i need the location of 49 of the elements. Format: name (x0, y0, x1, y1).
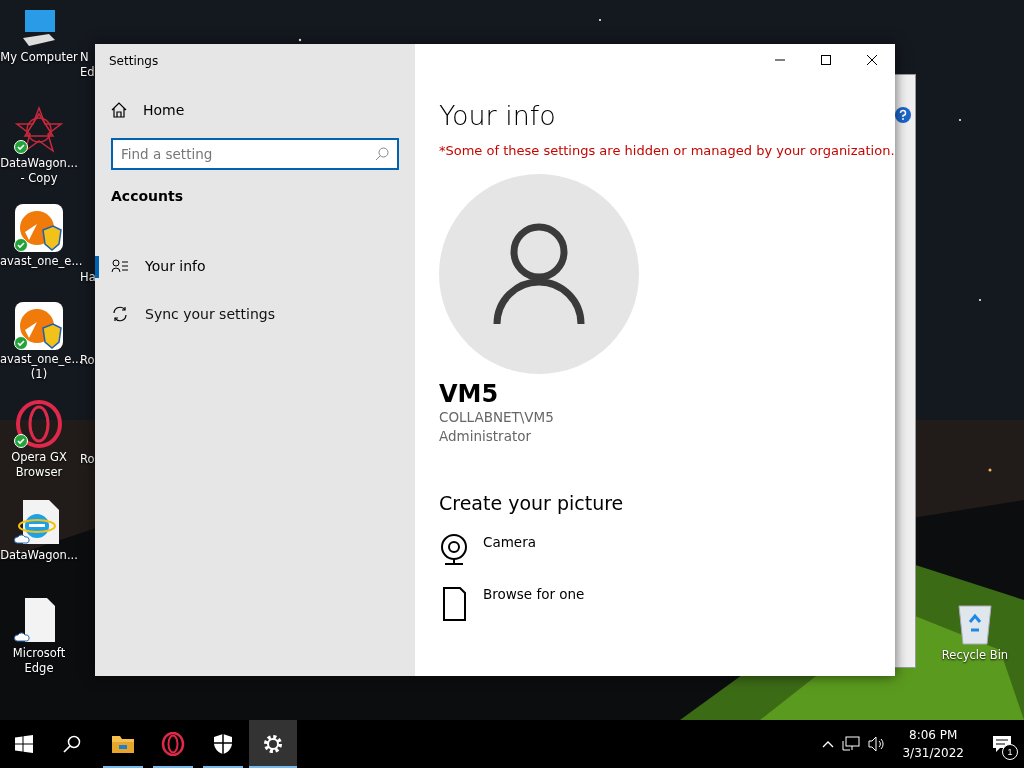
sync-icon (111, 305, 129, 323)
window-title: Settings (108, 53, 160, 70)
webcam-icon (439, 534, 469, 566)
section-heading: Create your picture (439, 492, 625, 514)
desktop-icon-label[interactable]: DataWagon... - Copy (0, 156, 78, 186)
maximize-icon (821, 55, 831, 65)
section-heading: Accounts (110, 187, 184, 206)
desktop-icon-label: N Ed (80, 50, 96, 80)
policy-notice: *Some of these settings are hidden or managed by your organization. (439, 143, 895, 158)
caret-icon[interactable] (822, 740, 835, 748)
folder-icon (111, 734, 135, 754)
notification-count: 1 (1002, 744, 1018, 760)
picture-option-link[interactable]: Camera (483, 534, 536, 550)
user-name: VM5 (439, 380, 500, 408)
volume-icon[interactable] (868, 736, 887, 752)
desktop-icon-label: Ha (80, 270, 96, 285)
shield-icon (213, 733, 233, 755)
opera-ring-icon (15, 400, 63, 448)
opera-ring-icon (161, 732, 185, 756)
account-role: Administrator (439, 427, 533, 446)
close-icon (867, 55, 877, 65)
desktop-icon-label: Ro (80, 353, 96, 368)
settings-icon (262, 733, 284, 755)
recycle-bin-icon (955, 602, 995, 646)
avast-shield-icon (15, 302, 63, 350)
page-title: Your info (439, 100, 557, 131)
person-list-icon (111, 259, 129, 273)
network-icon[interactable] (842, 736, 861, 752)
nav-item[interactable]: Sync your settings (95, 294, 415, 334)
avast-shield-icon (15, 204, 63, 252)
windows-logo-icon (15, 735, 33, 753)
home-icon (111, 102, 127, 118)
search-icon (375, 147, 389, 161)
search-icon (63, 735, 81, 753)
clock[interactable]: 8:06 PM 3/31/2022 (894, 726, 972, 762)
desktop-icon-label[interactable]: Opera GX Browser (0, 450, 78, 480)
star-pattern-icon (15, 106, 63, 154)
home-link[interactable]: Home (95, 90, 415, 130)
nav-item[interactable]: Your info (95, 246, 415, 286)
desktop-icon-label: Ro (80, 452, 96, 467)
taskbar-app-button[interactable] (249, 720, 297, 768)
person-icon (493, 222, 585, 326)
notification-button[interactable]: 1 (980, 720, 1024, 768)
picture-option-link[interactable]: Browse for one (483, 586, 585, 602)
desktop-icon-label[interactable]: DataWagon... (0, 548, 78, 563)
desktop-icon-label[interactable]: My Computer (0, 50, 78, 65)
desktop-icon-label[interactable]: Microsoft Edge (0, 646, 78, 676)
search-field[interactable]: Find a setting (111, 138, 399, 170)
account-name: COLLABNET\VM5 (439, 408, 555, 427)
